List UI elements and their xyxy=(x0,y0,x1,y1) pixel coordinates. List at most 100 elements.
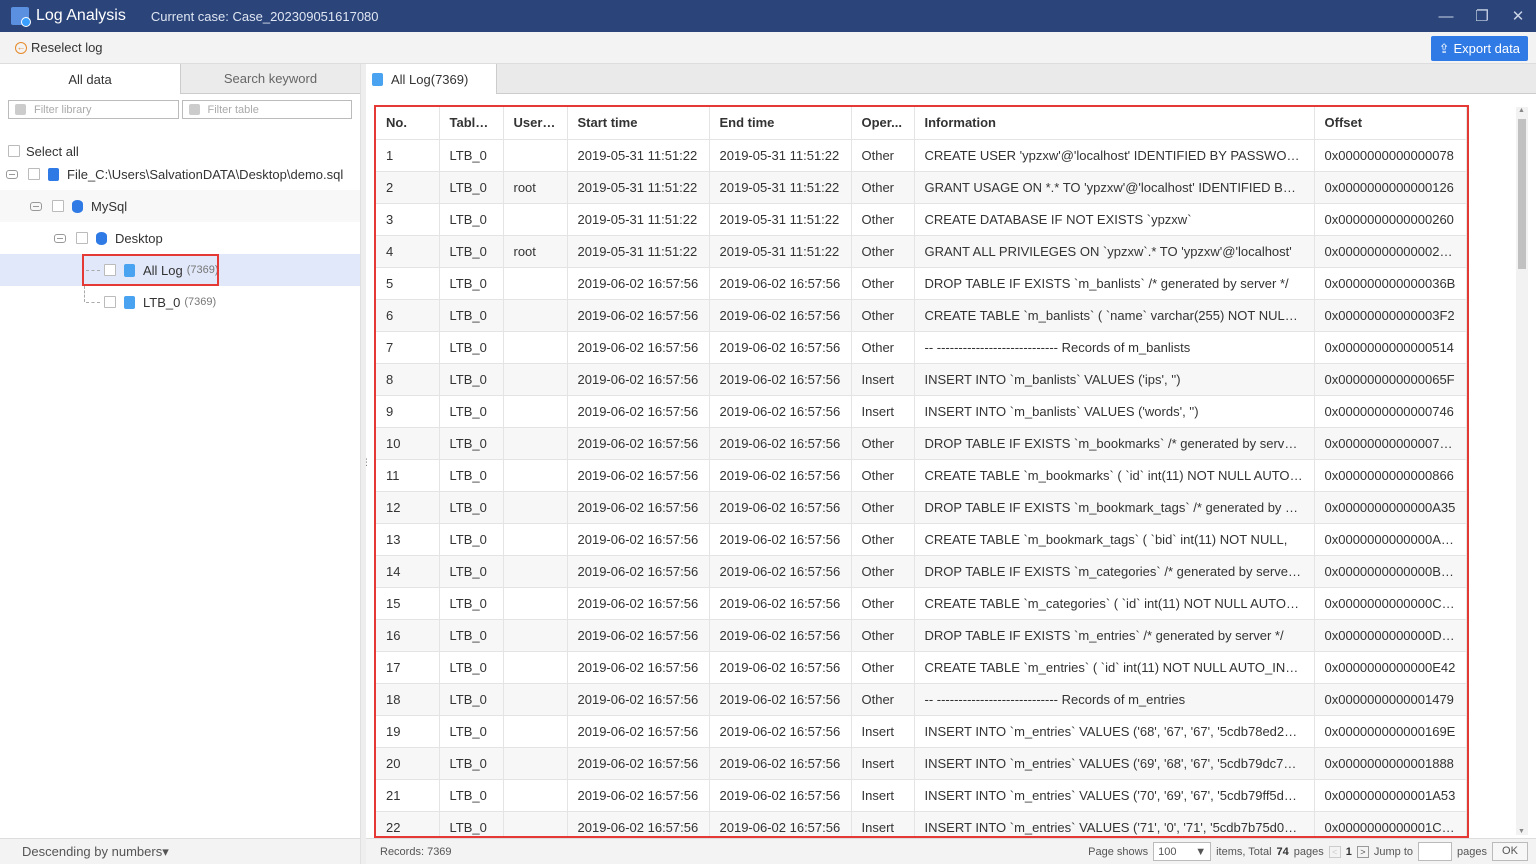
title-bar: Log Analysis Current case: Case_20230905… xyxy=(0,0,1536,32)
table-row[interactable]: 14LTB_02019-06-02 16:57:562019-06-02 16:… xyxy=(376,555,1466,587)
cell-operation: Other xyxy=(851,235,914,267)
table-row[interactable]: 21LTB_02019-06-02 16:57:562019-06-02 16:… xyxy=(376,779,1466,811)
log-table: No.Table...User ...Start timeEnd timeOpe… xyxy=(374,105,1469,838)
table-row[interactable]: 2LTB_0root2019-05-31 11:51:222019-05-31 … xyxy=(376,171,1466,203)
cell-start-time: 2019-06-02 16:57:56 xyxy=(567,267,709,299)
column-header-no[interactable]: No. xyxy=(376,107,439,139)
table-row[interactable]: 6LTB_02019-06-02 16:57:562019-06-02 16:5… xyxy=(376,299,1466,331)
vertical-scrollbar[interactable]: ▲▼ xyxy=(1516,107,1528,835)
tab-search-keyword[interactable]: Search keyword xyxy=(180,64,360,94)
jump-page-input[interactable] xyxy=(1418,842,1452,861)
table-row[interactable]: 7LTB_02019-06-02 16:57:562019-06-02 16:5… xyxy=(376,331,1466,363)
table-row[interactable]: 18LTB_02019-06-02 16:57:562019-06-02 16:… xyxy=(376,683,1466,715)
next-page-button[interactable]: > xyxy=(1357,846,1369,858)
pagination: Page shows 100▼ items, Total 74 pages < … xyxy=(1088,842,1528,861)
filter-library-input[interactable]: Filter library xyxy=(8,100,179,119)
cell-offset: 0x0000000000000E42 xyxy=(1314,651,1466,683)
cell-operation: Insert xyxy=(851,715,914,747)
table-row[interactable]: 4LTB_0root2019-05-31 11:51:222019-05-31 … xyxy=(376,235,1466,267)
export-data-button[interactable]: ⇪ Export data xyxy=(1431,36,1528,61)
table-row[interactable]: 8LTB_02019-06-02 16:57:562019-06-02 16:5… xyxy=(376,363,1466,395)
scroll-thumb[interactable] xyxy=(1518,119,1526,269)
cell-start-time: 2019-06-02 16:57:56 xyxy=(567,363,709,395)
column-header-user[interactable]: User ... xyxy=(503,107,567,139)
table-row[interactable]: 13LTB_02019-06-02 16:57:562019-06-02 16:… xyxy=(376,523,1466,555)
table-row[interactable]: 15LTB_02019-06-02 16:57:562019-06-02 16:… xyxy=(376,587,1466,619)
ok-button[interactable]: OK xyxy=(1492,842,1528,861)
column-header-start-time[interactable]: Start time xyxy=(567,107,709,139)
cell-operation: Other xyxy=(851,331,914,363)
cell-table: LTB_0 xyxy=(439,683,503,715)
cell-start-time: 2019-06-02 16:57:56 xyxy=(567,523,709,555)
table-row[interactable]: 12LTB_02019-06-02 16:57:562019-06-02 16:… xyxy=(376,491,1466,523)
prev-page-button[interactable]: < xyxy=(1329,846,1341,858)
current-page: 1 xyxy=(1346,846,1352,858)
collapse-icon[interactable] xyxy=(30,202,42,211)
tree-item-file[interactable]: File_C:\Users\SalvationDATA\Desktop\demo… xyxy=(0,158,360,190)
table-row[interactable]: 1LTB_02019-05-31 11:51:222019-05-31 11:5… xyxy=(376,139,1466,171)
tree-label: File_C:\Users\SalvationDATA\Desktop\demo… xyxy=(67,167,343,182)
filter-table-input[interactable]: Filter table xyxy=(182,100,353,119)
tree-item-ltb0[interactable]: LTB_0(7369) xyxy=(0,286,360,318)
cell-end-time: 2019-06-02 16:57:56 xyxy=(709,331,851,363)
table-row[interactable]: 3LTB_02019-05-31 11:51:222019-05-31 11:5… xyxy=(376,203,1466,235)
close-button[interactable]: ✕ xyxy=(1500,0,1536,32)
cell-user xyxy=(503,619,567,651)
cell-end-time: 2019-06-02 16:57:56 xyxy=(709,651,851,683)
checkbox[interactable] xyxy=(104,296,116,308)
tab-all-data[interactable]: All data xyxy=(0,64,180,94)
cell-no: 11 xyxy=(376,459,439,491)
cell-no: 22 xyxy=(376,811,439,838)
table-row[interactable]: 10LTB_02019-06-02 16:57:562019-06-02 16:… xyxy=(376,427,1466,459)
cell-information: CREATE DATABASE IF NOT EXISTS `ypzxw` xyxy=(914,203,1314,235)
checkbox[interactable] xyxy=(52,200,64,212)
cell-end-time: 2019-06-02 16:57:56 xyxy=(709,395,851,427)
table-row[interactable]: 17LTB_02019-06-02 16:57:562019-06-02 16:… xyxy=(376,651,1466,683)
cell-offset: 0x0000000000000078 xyxy=(1314,139,1466,171)
cell-no: 20 xyxy=(376,747,439,779)
cell-start-time: 2019-06-02 16:57:56 xyxy=(567,299,709,331)
column-header-end-time[interactable]: End time xyxy=(709,107,851,139)
collapse-icon[interactable] xyxy=(54,234,66,243)
cell-no: 9 xyxy=(376,395,439,427)
dropdown-icon: ▼ xyxy=(1195,846,1206,858)
cell-information: -- ---------------------------- Records … xyxy=(914,683,1314,715)
tree-item-desktop[interactable]: Desktop xyxy=(0,222,360,254)
table-row[interactable]: 5LTB_02019-06-02 16:57:562019-06-02 16:5… xyxy=(376,267,1466,299)
column-header-information[interactable]: Information xyxy=(914,107,1314,139)
minimize-button[interactable]: — xyxy=(1428,0,1464,32)
cell-table: LTB_0 xyxy=(439,203,503,235)
reselect-log-button[interactable]: ← Reselect log xyxy=(15,40,103,55)
select-all-label: Select all xyxy=(26,144,79,159)
tree-item-mysql[interactable]: MySql xyxy=(0,190,360,222)
table-row[interactable]: 11LTB_02019-06-02 16:57:562019-06-02 16:… xyxy=(376,459,1466,491)
cell-end-time: 2019-06-02 16:57:56 xyxy=(709,523,851,555)
page-shows-label: Page shows xyxy=(1088,846,1148,858)
checkbox[interactable] xyxy=(28,168,40,180)
table-row[interactable]: 20LTB_02019-06-02 16:57:562019-06-02 16:… xyxy=(376,747,1466,779)
column-header-table[interactable]: Table... xyxy=(439,107,503,139)
cell-offset: 0x0000000000001A53 xyxy=(1314,779,1466,811)
cell-table: LTB_0 xyxy=(439,587,503,619)
table-row[interactable]: 22LTB_02019-06-02 16:57:562019-06-02 16:… xyxy=(376,811,1466,838)
table-row[interactable]: 16LTB_02019-06-02 16:57:562019-06-02 16:… xyxy=(376,619,1466,651)
column-header-operation[interactable]: Oper... xyxy=(851,107,914,139)
cell-table: LTB_0 xyxy=(439,395,503,427)
column-header-offset[interactable]: Offset xyxy=(1314,107,1466,139)
tree-label: LTB_0 xyxy=(143,295,180,310)
page-size-select[interactable]: 100▼ xyxy=(1153,842,1211,861)
checkbox[interactable] xyxy=(76,232,88,244)
cell-offset: 0x0000000000000260 xyxy=(1314,203,1466,235)
cell-no: 3 xyxy=(376,203,439,235)
cell-operation: Insert xyxy=(851,395,914,427)
cell-table: LTB_0 xyxy=(439,139,503,171)
cell-no: 4 xyxy=(376,235,439,267)
table-row[interactable]: 19LTB_02019-06-02 16:57:562019-06-02 16:… xyxy=(376,715,1466,747)
restore-button[interactable]: ❐ xyxy=(1464,0,1500,32)
collapse-icon[interactable] xyxy=(6,170,18,179)
cell-operation: Other xyxy=(851,427,914,459)
sort-dropdown[interactable]: Descending by numbers▾ xyxy=(0,838,360,864)
tab-all-log[interactable]: All Log(7369) xyxy=(366,64,497,94)
table-row[interactable]: 9LTB_02019-06-02 16:57:562019-06-02 16:5… xyxy=(376,395,1466,427)
select-all-checkbox[interactable] xyxy=(8,145,20,157)
